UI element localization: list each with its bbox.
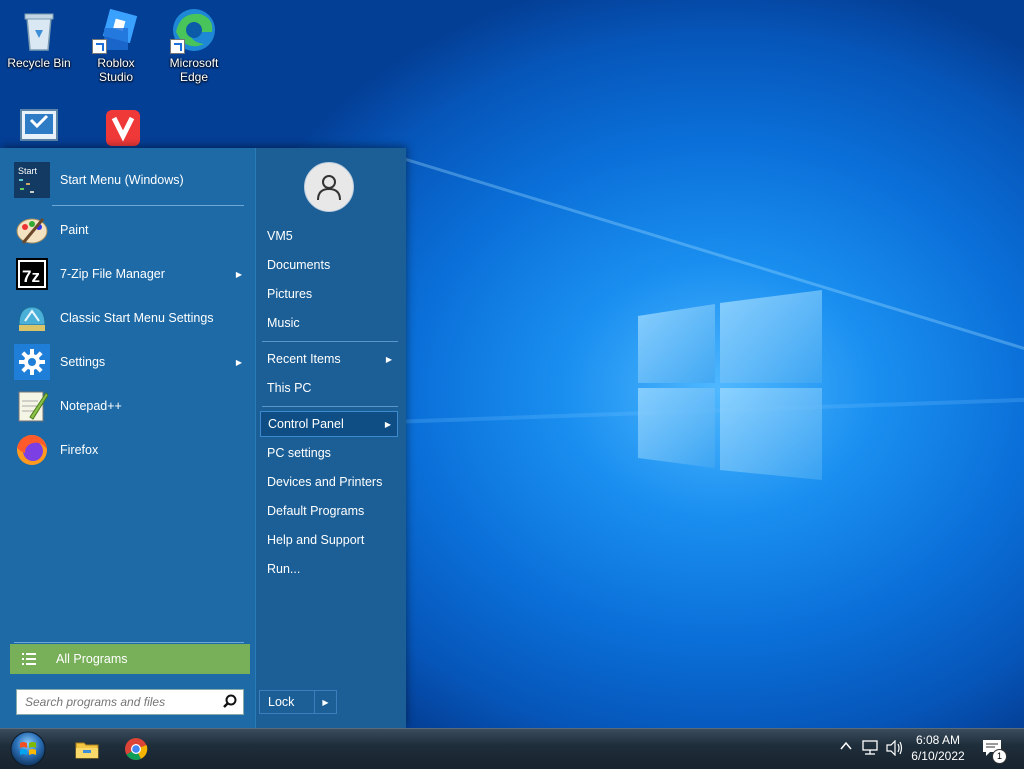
start-menu-icon: Start xyxy=(14,162,50,198)
place-devices-and-printers[interactable]: Devices and Printers xyxy=(260,469,398,495)
place-label: Help and Support xyxy=(267,533,365,547)
desktop-icon-roblox-studio[interactable]: Roblox Studio xyxy=(79,2,153,84)
notepad-plus-plus-icon xyxy=(14,388,50,424)
divider xyxy=(262,341,398,342)
divider xyxy=(262,406,398,407)
desktop-icon-recycle-bin[interactable]: Recycle Bin xyxy=(2,2,76,70)
place-pictures[interactable]: Pictures xyxy=(260,281,398,307)
clock-time: 6:08 AM xyxy=(915,733,961,747)
windows-logo-wallpaper xyxy=(638,290,822,480)
seven-zip-icon: 7z xyxy=(14,256,50,292)
program-firefox[interactable]: Firefox xyxy=(10,430,250,470)
submenu-arrow-icon: ▶ xyxy=(384,419,391,429)
search-box[interactable] xyxy=(16,689,244,715)
lock-options-arrow-icon[interactable]: ▶ xyxy=(315,698,336,707)
action-center-button[interactable]: 1 xyxy=(982,739,1007,764)
search-icon[interactable] xyxy=(223,694,237,708)
place-documents[interactable]: Documents xyxy=(260,252,398,278)
notification-count-badge: 1 xyxy=(992,749,1007,764)
place-label: Run... xyxy=(267,562,301,576)
shortcut-arrow-icon xyxy=(92,39,107,54)
program-label: Paint xyxy=(60,223,89,237)
submenu-arrow-icon: ▶ xyxy=(235,269,242,279)
place-control-panel[interactable]: Control Panel ▶ xyxy=(260,411,398,437)
user-avatar[interactable] xyxy=(304,162,354,212)
gear-icon xyxy=(14,344,50,380)
file-explorer-icon[interactable] xyxy=(75,737,99,761)
svg-text:Start: Start xyxy=(18,166,38,176)
desktop-icon-microsoft-edge[interactable]: Microsoft Edge xyxy=(157,2,231,84)
program-label: Settings xyxy=(60,355,106,369)
control-panel-icon xyxy=(15,104,63,152)
volume-icon[interactable] xyxy=(886,740,904,756)
edge-icon xyxy=(170,6,218,54)
submenu-arrow-icon: ▶ xyxy=(385,354,392,364)
shortcut-arrow-icon xyxy=(170,39,185,54)
start-button[interactable] xyxy=(8,730,48,768)
program-label: Firefox xyxy=(60,443,99,457)
desktop-icon-vivaldi[interactable] xyxy=(79,100,153,154)
user-icon xyxy=(317,175,341,201)
divider xyxy=(52,205,244,206)
desktop-icon-label: Recycle Bin xyxy=(7,56,71,70)
all-programs-label: All Programs xyxy=(56,652,128,666)
place-label: Default Programs xyxy=(267,504,365,518)
place-vm5[interactable]: VM5 xyxy=(260,223,398,249)
taskbar: 6:08 AM 6/10/2022 1 xyxy=(0,728,1024,769)
place-label: PC settings xyxy=(267,446,331,460)
svg-text:7z: 7z xyxy=(22,267,40,286)
program-settings[interactable]: Settings ▶ xyxy=(10,342,250,382)
place-label: Control Panel xyxy=(268,417,344,431)
desktop-icon-control-panel[interactable] xyxy=(2,100,76,154)
place-recent-items[interactable]: Recent Items ▶ xyxy=(260,346,398,372)
place-label: Pictures xyxy=(267,287,313,301)
place-default-programs[interactable]: Default Programs xyxy=(260,498,398,524)
show-hidden-icons-chevron-icon[interactable] xyxy=(840,740,852,752)
list-icon xyxy=(22,653,36,665)
vivaldi-icon xyxy=(92,104,140,152)
place-label: This PC xyxy=(267,381,312,395)
paint-icon xyxy=(14,212,50,248)
program-start-menu-windows[interactable]: Start Start Menu (Windows) xyxy=(10,160,250,200)
divider xyxy=(14,642,244,643)
place-this-pc[interactable]: This PC xyxy=(260,375,398,401)
program-label: Classic Start Menu Settings xyxy=(60,311,214,325)
search-input[interactable] xyxy=(23,694,217,710)
program-label: Start Menu (Windows) xyxy=(60,173,184,187)
clock[interactable]: 6:08 AM 6/10/2022 xyxy=(905,732,971,764)
program-notepad-plus-plus[interactable]: Notepad++ xyxy=(10,386,250,426)
lock-label: Lock xyxy=(260,691,315,713)
place-label: Devices and Printers xyxy=(267,475,383,489)
place-pc-settings[interactable]: PC settings xyxy=(260,440,398,466)
place-label: Music xyxy=(267,316,300,330)
chrome-icon[interactable] xyxy=(124,737,148,761)
place-run[interactable]: Run... xyxy=(260,556,398,582)
roblox-studio-icon xyxy=(92,6,140,54)
place-label: Documents xyxy=(267,258,331,272)
place-help-and-support[interactable]: Help and Support xyxy=(260,527,398,553)
network-icon[interactable] xyxy=(862,740,880,756)
program-label: 7-Zip File Manager xyxy=(60,267,165,281)
desktop-icon-label: Microsoft Edge xyxy=(169,56,219,84)
program-7-zip-file-manager[interactable]: 7z 7-Zip File Manager ▶ xyxy=(10,254,250,294)
firefox-icon xyxy=(14,432,50,468)
start-menu-programs-pane: Start Start Menu (Windows) Paint 7z 7-Zi… xyxy=(0,148,255,728)
recycle-bin-icon xyxy=(15,6,63,54)
program-paint[interactable]: Paint xyxy=(10,210,250,250)
all-programs-button[interactable]: All Programs xyxy=(10,644,250,674)
start-menu-places-pane: VM5 Documents Pictures Music Recent Item… xyxy=(255,148,406,728)
start-menu: Start Start Menu (Windows) Paint 7z 7-Zi… xyxy=(0,148,406,728)
program-label: Notepad++ xyxy=(60,399,122,413)
clock-date: 6/10/2022 xyxy=(911,749,965,763)
place-label: VM5 xyxy=(267,229,293,243)
submenu-arrow-icon: ▶ xyxy=(235,357,242,367)
program-classic-start-menu-settings[interactable]: Classic Start Menu Settings xyxy=(10,298,250,338)
lock-button[interactable]: Lock ▶ xyxy=(259,690,337,714)
desktop-icon-label: Roblox Studio xyxy=(97,56,135,84)
place-label: Recent Items xyxy=(267,352,341,366)
classic-shell-icon xyxy=(14,300,50,336)
place-music[interactable]: Music xyxy=(260,310,398,336)
